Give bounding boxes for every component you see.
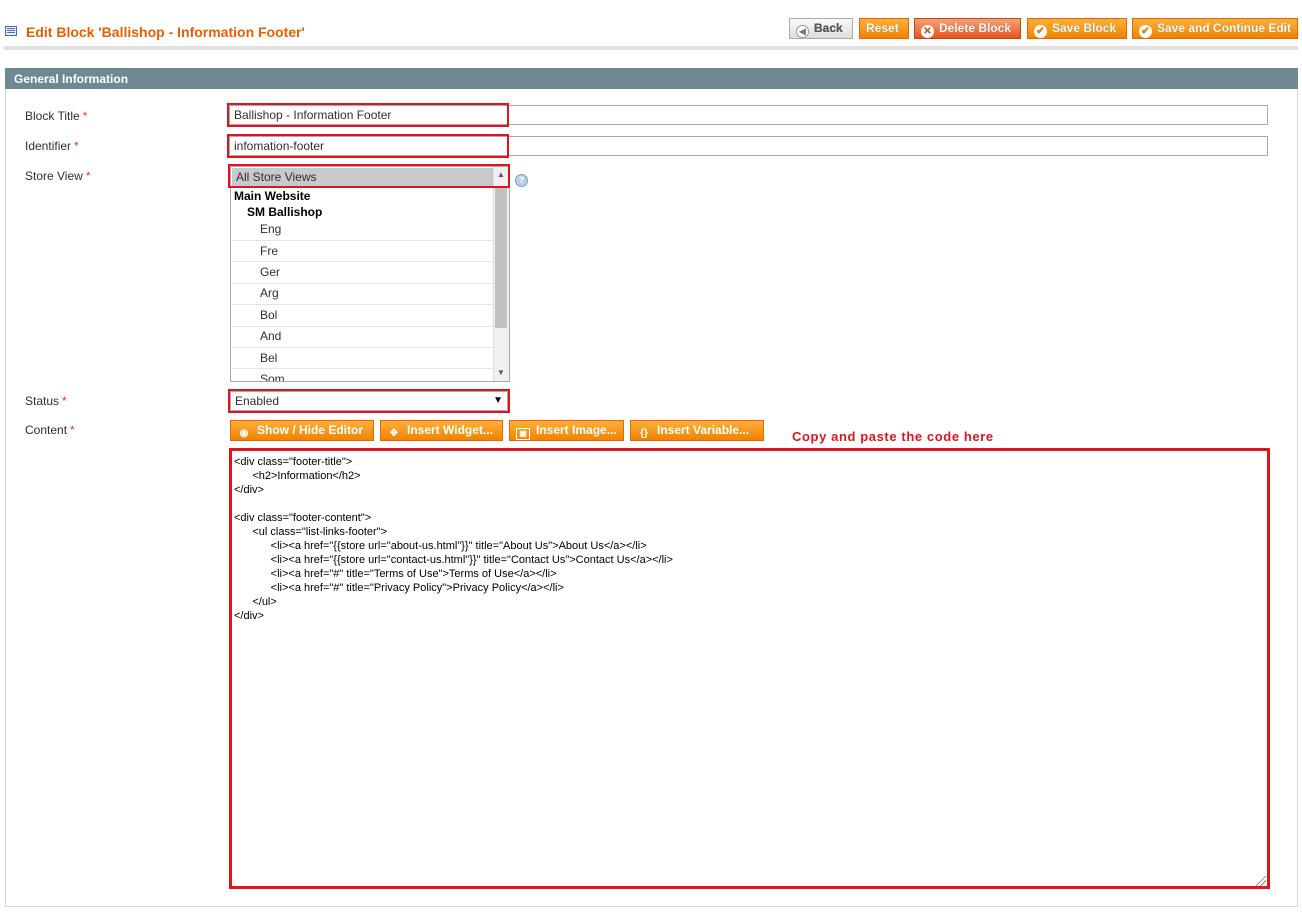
block-title-input[interactable]: Ballishop - Information Footer <box>229 105 1268 125</box>
store-view-label-text: Store View <box>25 169 83 183</box>
identifier-label-text: Identifier <box>25 139 72 153</box>
widget-icon: ✥ <box>389 428 399 439</box>
status-label: Status * <box>25 394 67 408</box>
insert-image-button[interactable]: ▣ Insert Image... <box>509 420 624 441</box>
content-label: Content * <box>25 423 75 437</box>
divider <box>232 347 494 348</box>
check-circle-icon: ✔ <box>1139 25 1152 38</box>
check-circle-icon: ✔ <box>1034 25 1047 38</box>
delete-block-label: Delete Block <box>939 21 1012 35</box>
divider <box>232 368 494 369</box>
variable-icon: {} <box>640 428 648 439</box>
required-marker: * <box>70 423 75 437</box>
store-view-group-store: SM Ballishop <box>247 205 323 219</box>
page-title: Edit Block 'Ballishop - Information Foot… <box>26 24 305 40</box>
show-hide-editor-button[interactable]: ◉ Show / Hide Editor <box>230 420 374 441</box>
delete-block-button[interactable]: ✕ Delete Block <box>914 18 1021 39</box>
scrollbar-thumb[interactable] <box>495 186 507 328</box>
scrollbar[interactable]: ▲ ▼ <box>493 167 509 381</box>
store-view-option[interactable]: Bel <box>260 351 277 365</box>
x-circle-icon: ✕ <box>921 25 934 38</box>
chevron-down-icon: ▼ <box>493 395 503 406</box>
help-icon[interactable]: ? <box>515 174 528 187</box>
show-hide-editor-label: Show / Hide Editor <box>257 423 364 437</box>
required-marker: * <box>85 169 91 183</box>
divider <box>232 304 494 305</box>
resize-grip-icon[interactable] <box>1256 876 1266 886</box>
required-marker: * <box>82 109 88 123</box>
page-header: Edit Block 'Ballishop - Information Foot… <box>0 0 1302 46</box>
store-view-option[interactable]: Eng <box>260 222 281 236</box>
store-view-option[interactable]: And <box>260 329 281 343</box>
status-select[interactable]: Enabled ▼ <box>230 391 508 411</box>
status-value: Enabled <box>235 394 280 408</box>
reset-button-label: Reset <box>866 21 899 35</box>
back-button[interactable]: ◀ Back <box>789 18 853 39</box>
content-textarea[interactable]: <div class="footer-title"> <h2>Informati… <box>229 448 1270 889</box>
divider <box>232 240 494 241</box>
grid-icon <box>5 26 17 36</box>
block-title-label-text: Block Title <box>25 109 80 123</box>
scroll-down-icon[interactable]: ▼ <box>497 368 505 377</box>
insert-variable-button[interactable]: {} Insert Variable... <box>630 420 764 441</box>
save-block-button[interactable]: ✔ Save Block <box>1027 18 1127 39</box>
identifier-input[interactable]: infomation-footer <box>229 136 1268 156</box>
section-title: General Information <box>14 72 129 86</box>
required-marker: * <box>62 394 67 408</box>
store-view-option[interactable]: Bol <box>260 308 277 322</box>
identifier-label: Identifier * <box>25 139 79 153</box>
insert-variable-label: Insert Variable... <box>657 423 750 437</box>
store-view-option-selected[interactable]: All Store Views <box>232 168 494 186</box>
save-continue-label: Save and Continue Edit <box>1157 21 1292 35</box>
store-view-option[interactable]: Arg <box>260 286 279 300</box>
scroll-up-icon[interactable]: ▲ <box>497 170 505 179</box>
store-view-option[interactable]: Ger <box>260 265 280 279</box>
divider <box>232 261 494 262</box>
divider <box>232 283 494 284</box>
annotation-text: Copy and paste the code here <box>792 429 994 444</box>
header-divider <box>4 46 1298 50</box>
save-block-label: Save Block <box>1052 21 1117 35</box>
store-view-option[interactable]: Fre <box>260 244 278 258</box>
save-continue-button[interactable]: ✔ Save and Continue Edit <box>1132 18 1298 39</box>
required-marker: * <box>74 139 79 153</box>
block-title-label: Block Title * <box>25 109 87 123</box>
store-view-label: Store View * <box>25 169 90 183</box>
reset-button[interactable]: Reset <box>859 18 909 39</box>
insert-widget-button[interactable]: ✥ Insert Widget... <box>380 420 503 441</box>
store-view-multiselect[interactable]: All Store Views Main Website SM Ballisho… <box>230 166 510 382</box>
content-label-text: Content <box>25 423 68 437</box>
insert-widget-label: Insert Widget... <box>407 423 493 437</box>
insert-image-label: Insert Image... <box>536 423 617 437</box>
eye-icon: ◉ <box>239 428 249 439</box>
section-header[interactable]: General Information <box>5 68 1298 89</box>
status-label-text: Status <box>25 394 60 408</box>
arrow-left-icon: ◀ <box>796 25 809 38</box>
back-button-label: Back <box>814 21 843 35</box>
divider <box>232 326 494 327</box>
store-view-group-website: Main Website <box>234 189 311 203</box>
image-icon: ▣ <box>516 428 530 440</box>
store-view-option[interactable]: Som <box>260 372 285 381</box>
